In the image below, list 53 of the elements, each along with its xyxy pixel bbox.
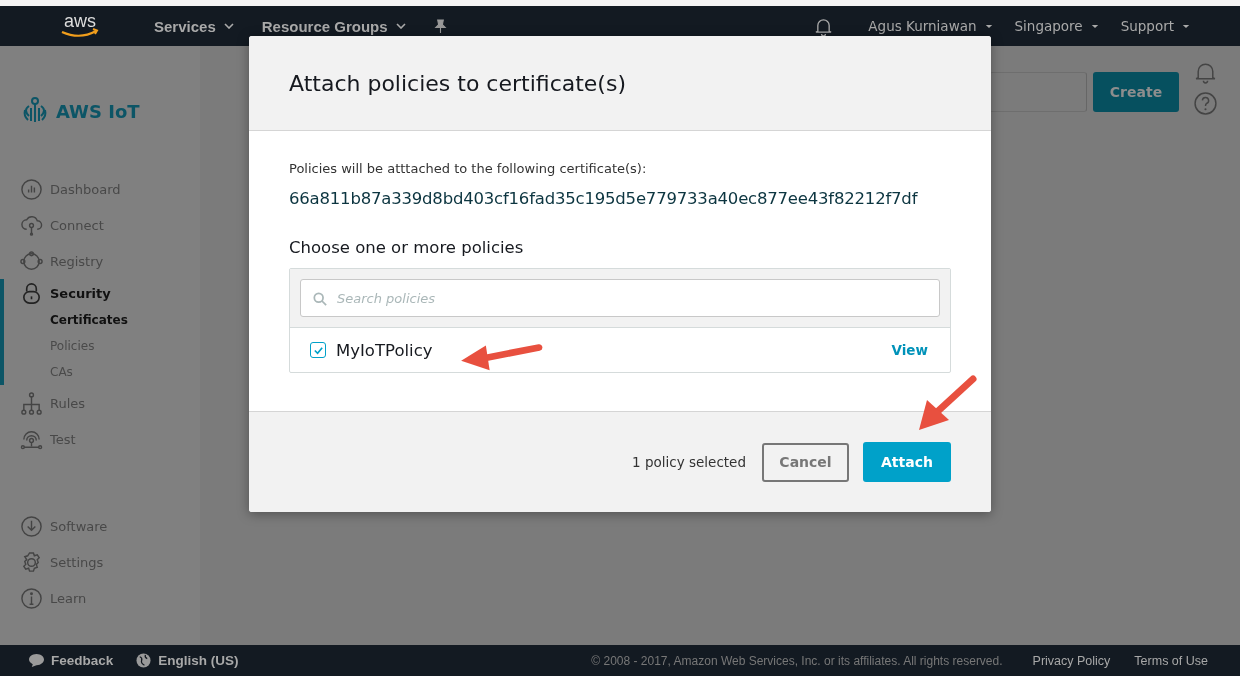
- nav-menu[interactable]: Singapore: [1014, 18, 1099, 34]
- nav-menu[interactable]: Resource Groups: [261, 17, 406, 35]
- security-icon: [20, 281, 43, 305]
- sidebar-subitem[interactable]: Certificates: [4, 307, 200, 333]
- connect-icon: [20, 213, 43, 237]
- selection-count: 1 policy selected: [632, 454, 746, 470]
- checkmark-icon: [312, 344, 324, 356]
- caret-icon: [395, 23, 406, 29]
- cancel-button[interactable]: Cancel: [762, 442, 849, 482]
- checkbox[interactable]: [310, 342, 326, 358]
- intro-text: Policies will be atttached to the following certificate(s):: [289, 161, 648, 176]
- section-heading: Choose one or more policies: [289, 238, 525, 257]
- footer-link[interactable]: Privacy Policy: [1032, 653, 1111, 668]
- policy-name: MyIoTPolicy: [336, 340, 433, 360]
- aws-logo[interactable]: aws: [58, 12, 102, 40]
- download-icon: [20, 514, 43, 538]
- service-title: AWS IoT: [56, 100, 140, 122]
- language-selector[interactable]: English (US): [158, 653, 239, 668]
- feedback-link[interactable]: Feedback: [51, 653, 114, 668]
- speech-bubble-icon: [28, 653, 45, 668]
- pin-icon[interactable]: [433, 18, 447, 34]
- sidebar-item[interactable]: Registry: [4, 243, 200, 279]
- copyright-text: © 2008 - 2017, Amazon Web Services, Inc. or its affiliates. All rights reserved.: [591, 653, 1003, 668]
- sidebar-item[interactable]: Software: [0, 508, 200, 544]
- rules-icon: [20, 391, 43, 415]
- attach-button[interactable]: Attach: [863, 442, 951, 482]
- search-icon: [313, 292, 327, 306]
- footer-link[interactable]: Terms of Use: [1134, 653, 1208, 668]
- sidebar-item[interactable]: Learn: [0, 580, 200, 616]
- sidebar-item[interactable]: Security: [4, 279, 200, 307]
- bell-icon[interactable]: [815, 16, 833, 36]
- caret-icon: [1090, 23, 1099, 29]
- sidebar-item[interactable]: Test: [4, 421, 200, 457]
- caret-icon: [984, 23, 993, 29]
- sidebar-item[interactable]: Dashboard: [4, 171, 200, 207]
- nav-menu[interactable]: Support: [1120, 18, 1190, 34]
- caret-icon: [1182, 23, 1190, 29]
- dashboard-icon: [20, 177, 43, 201]
- create-button[interactable]: Create: [1093, 72, 1179, 112]
- certificate-id: 66a811b87a339d8bd403cf16fad35c195d5e779733a40ec877ee43f82212f7df: [289, 189, 919, 208]
- sidebar-item[interactable]: Connect: [4, 207, 200, 243]
- search-field[interactable]: Search policies: [300, 279, 940, 317]
- nav-menu[interactable]: Services: [154, 17, 234, 35]
- info-icon: [20, 586, 43, 610]
- registry-icon: [20, 249, 43, 273]
- caret-icon: [223, 23, 234, 29]
- globe-icon: [135, 653, 153, 668]
- sidebar-item[interactable]: Rules: [4, 385, 200, 421]
- nav-menu[interactable]: Agus Kurniawan: [868, 18, 993, 34]
- settings-icon: [20, 550, 43, 574]
- view-link[interactable]: View: [891, 342, 928, 358]
- sidebar-item[interactable]: Settings: [0, 544, 200, 580]
- dialog-title: Attach policies to certificate(s): [289, 70, 626, 96]
